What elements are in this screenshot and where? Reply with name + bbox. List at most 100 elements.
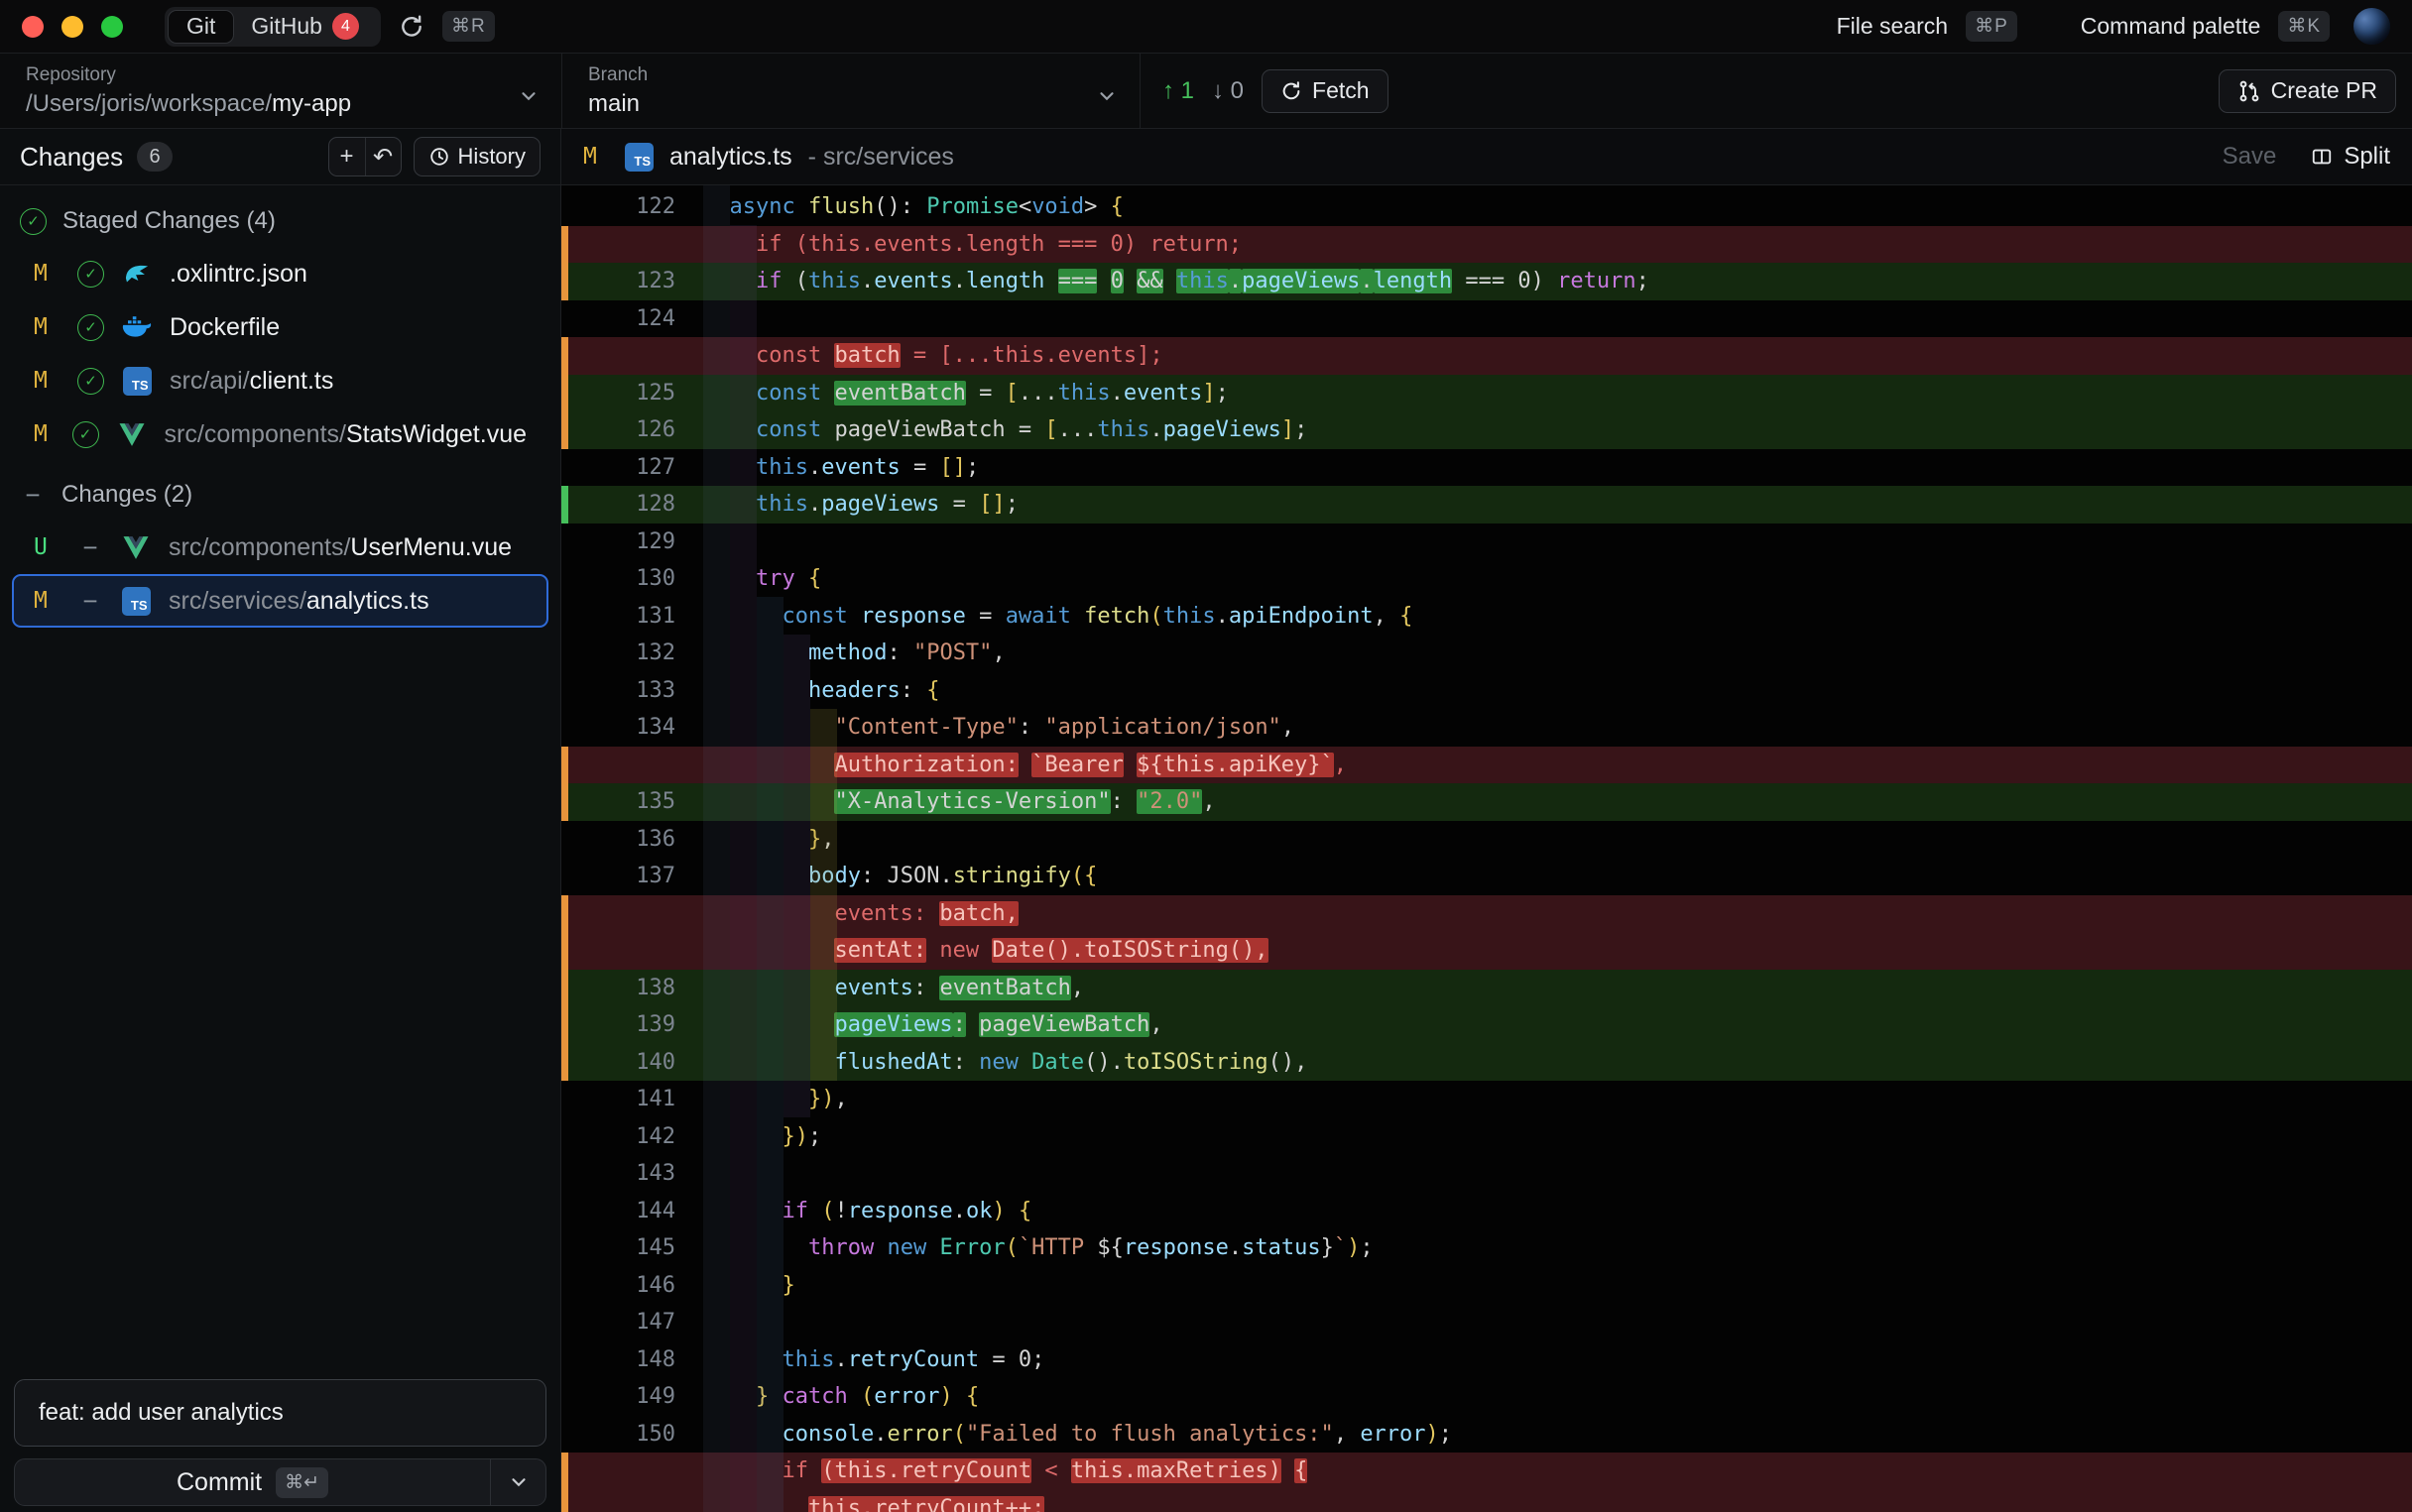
staged-check-icon[interactable]: ✓ [77,368,104,395]
chevron-down-icon [518,85,540,107]
code-line: 130 try { [561,560,2412,598]
commit-options-button[interactable] [490,1459,545,1505]
user-avatar[interactable] [2353,8,2390,45]
changes-count-badge: 6 [137,142,173,172]
line-number [561,1453,687,1490]
file-header: M TS analytics.ts - src/services Save Sp… [561,129,2412,185]
tab-github[interactable]: GitHub 4 [233,11,377,43]
code-line: 125 const eventBatch = [...this.events]; [561,375,2412,412]
file-row[interactable]: M✓.oxlintrc.json [12,247,548,300]
code-text: events: batch, [687,895,2412,933]
pull-request-icon [2237,79,2261,103]
stage-all-button[interactable]: + [329,138,365,175]
code-line: 149 } catch (error) { [561,1378,2412,1416]
file-label: src/api/client.ts [170,367,333,396]
file-row[interactable]: U−src/components/UserMenu.vue [12,521,548,574]
line-number: 148 [561,1341,687,1379]
line-number [561,895,687,933]
unstaged-dash-icon[interactable]: − [77,532,103,563]
file-search-button[interactable]: File search [1837,13,1948,40]
line-number: 124 [561,300,687,338]
code-text: if (this.events.length === 0) return; [687,226,2412,264]
fetch-icon [1280,80,1302,102]
file-row[interactable]: M−TSsrc/services/analytics.ts [12,574,548,628]
repository-label: Repository [26,64,536,86]
repository-value: /Users/joris/workspace/my-app [26,90,536,118]
file-row[interactable]: M ✓ Dockerfile [12,300,548,354]
modified-hunk-marker [561,1006,568,1044]
code-text: } catch (error) { [687,1378,2412,1416]
typescript-icon: TS [625,143,654,172]
code-text: const batch = [...this.events]; [687,337,2412,375]
fetch-label: Fetch [1312,77,1370,104]
line-number: 123 [561,263,687,300]
split-toggle[interactable]: Split [2310,143,2390,171]
modified-hunk-marker [561,263,568,300]
dash-icon: − [20,480,46,511]
history-button[interactable]: History [414,137,541,176]
code-text [687,523,2412,561]
save-button[interactable]: Save [2223,143,2277,171]
window-close-button[interactable] [22,16,44,38]
vue-icon [117,422,147,447]
line-number: 126 [561,411,687,449]
branch-name: main [588,90,1114,118]
commit-message-input[interactable] [14,1379,546,1447]
file-row[interactable]: M✓src/components/StatsWidget.vue [12,407,548,461]
code-text: method: "POST", [687,635,2412,672]
repository-selector[interactable]: Repository /Users/joris/workspace/my-app [0,54,561,128]
code-line: sentAt: new Date().toISOString(), [561,932,2412,970]
code-line: 136 }, [561,821,2412,859]
staged-check-icon[interactable]: ✓ [77,261,104,288]
line-number: 150 [561,1416,687,1454]
create-pr-button[interactable]: Create PR [2219,69,2396,113]
command-palette-button[interactable]: Command palette [2081,13,2261,40]
github-notification-badge: 4 [332,13,359,40]
code-line: 139 pageViews: pageViewBatch, [561,1006,2412,1044]
line-number: 143 [561,1155,687,1193]
unstaged-dash-icon[interactable]: − [77,586,103,617]
tab-git[interactable]: Git [169,11,233,43]
fetch-button[interactable]: Fetch [1262,69,1388,113]
line-number: 144 [561,1193,687,1230]
window-zoom-button[interactable] [101,16,123,38]
code-text: if (this.events.length === 0 && this.pag… [687,263,2412,300]
file-status-letter: M [34,314,60,340]
branch-label: Branch [588,64,1114,86]
modified-hunk-marker [561,337,568,375]
code-text: events: eventBatch, [687,970,2412,1007]
modified-hunk-marker [561,1490,568,1512]
code-diff-view: 122 async flush(): Promise<void> { if (t… [561,185,2412,1512]
undo-button[interactable]: ↶ [365,138,401,175]
code-text: body: JSON.stringify({ [687,858,2412,895]
code-line: 126 const pageViewBatch = [...this.pageV… [561,411,2412,449]
file-label: Dockerfile [170,313,280,342]
line-number: 135 [561,783,687,821]
diff-editor: M TS analytics.ts - src/services Save Sp… [561,129,2412,1512]
modified-hunk-marker [561,970,568,1007]
line-number [561,226,687,264]
code-text: headers: { [687,672,2412,710]
modified-hunk-marker [561,895,568,933]
file-row[interactable]: M✓TSsrc/api/client.ts [12,354,548,407]
branch-selector[interactable]: Branch main [562,54,1140,128]
code-line: 124 [561,300,2412,338]
line-number: 122 [561,188,687,226]
staged-check-icon[interactable]: ✓ [77,314,104,341]
staged-section-label: Staged Changes (4) [62,207,276,235]
view-switcher: Git GitHub 4 [165,7,381,47]
commits-ahead: ↑ 1 [1162,77,1194,105]
changes-title: Changes [20,142,123,173]
unstaged-section-header[interactable]: − Changes (2) [0,469,560,521]
staged-check-icon[interactable]: ✓ [72,421,99,448]
refresh-icon[interactable] [395,10,428,44]
commit-button[interactable]: Commit ⌘↵ [15,1467,490,1498]
window-minimize-button[interactable] [61,16,83,38]
tab-github-label: GitHub [251,13,322,40]
staged-section-header[interactable]: ✓ Staged Changes (4) [0,195,560,247]
line-number [561,337,687,375]
code-text: if (this.retryCount < this.maxRetries) { [687,1453,2412,1490]
code-text: pageViews: pageViewBatch, [687,1006,2412,1044]
split-view-icon [2310,146,2334,168]
code-text: } [687,1267,2412,1305]
